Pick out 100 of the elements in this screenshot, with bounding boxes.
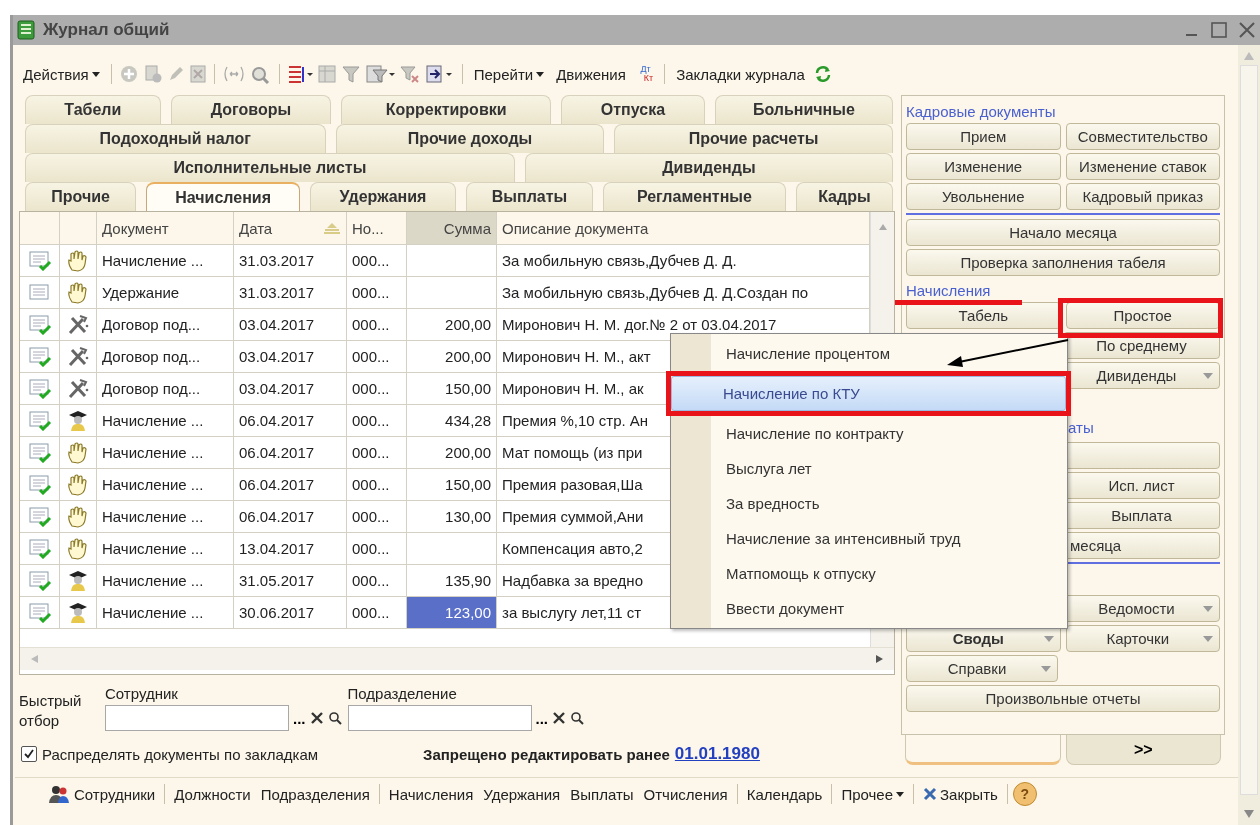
select-button[interactable]: ...: [293, 709, 306, 727]
tab[interactable]: Подоходный налог: [25, 124, 326, 153]
hand-icon: [66, 473, 90, 496]
table-cell: 30.06.2017: [234, 597, 347, 628]
hand-icon: [66, 441, 90, 464]
tab[interactable]: Кадры: [795, 182, 893, 211]
table-cell: 000...: [347, 341, 407, 372]
scroll-up-icon[interactable]: [1243, 51, 1255, 61]
debit-credit-button[interactable]: Дт Кт: [633, 65, 658, 83]
filter-list-icon[interactable]: [364, 64, 395, 84]
tab[interactable]: Отпуска: [561, 95, 705, 124]
clear-filter-icon[interactable]: [398, 64, 421, 84]
panel-button[interactable]: Справки: [906, 655, 1058, 682]
journal-bookmarks-button[interactable]: Закладки журнала: [672, 63, 809, 85]
search-icon[interactable]: [570, 711, 585, 725]
clear-icon[interactable]: [552, 711, 567, 725]
panel-button[interactable]: Начало месяца: [906, 219, 1220, 246]
menu-item[interactable]: Начисление по КТУ: [671, 376, 1066, 411]
dropdown-icon: [1203, 635, 1213, 642]
bottom-bar-button[interactable]: Календарь: [742, 783, 827, 805]
search-icon[interactable]: [327, 711, 342, 725]
bottom-bar-button[interactable]: Выплаты: [566, 783, 638, 805]
tab[interactable]: Прочие доходы: [335, 124, 605, 153]
input-field[interactable]: [105, 705, 289, 731]
panel-button[interactable]: Совместительство: [1065, 123, 1220, 150]
bottom-bar-button[interactable]: Удержания: [479, 783, 565, 805]
tab[interactable]: Прочие расчеты: [614, 124, 893, 153]
tab[interactable]: Больничные: [714, 95, 893, 124]
checkbox-label[interactable]: Распределять документы по закладкам: [42, 745, 319, 763]
table-cell: Договор под...: [97, 309, 234, 340]
scrollbar[interactable]: [20, 647, 894, 670]
goto-menu[interactable]: Перейти: [469, 63, 549, 85]
tab[interactable]: Дивиденды: [524, 153, 893, 182]
scroll-thumb[interactable]: [1240, 65, 1258, 795]
table-cell: Начисление ...: [97, 437, 234, 468]
tab[interactable]: Выплаты: [466, 182, 594, 211]
scroll-left-icon[interactable]: [30, 654, 40, 664]
table-cell: 000...: [347, 373, 407, 404]
panel-button[interactable]: Произвольные отчеты: [906, 685, 1220, 712]
bottom-bar-button[interactable]: Должности: [170, 783, 255, 805]
scrollbar[interactable]: [1238, 45, 1260, 825]
table-cell: 06.04.2017: [234, 437, 347, 468]
table-cell: 03.04.2017: [234, 341, 347, 372]
panel-button[interactable]: Проверка заполнения табеля: [906, 249, 1220, 276]
tools-icon: [66, 313, 90, 336]
bottom-bar-button[interactable]: Закрыть: [919, 783, 1002, 805]
tab[interactable]: Начисления: [146, 182, 301, 211]
table-cell: Начисление ...: [97, 469, 234, 500]
export-icon[interactable]: [424, 64, 455, 84]
lock-date-link[interactable]: 01.01.1980: [674, 744, 760, 764]
bottom-bar-button[interactable]: Отчисления: [639, 783, 732, 805]
scroll-right-icon[interactable]: [874, 654, 884, 664]
filter-icon[interactable]: [340, 64, 361, 84]
tab[interactable]: Удержания: [310, 182, 456, 211]
tab[interactable]: Исполнительные листы: [25, 153, 515, 182]
input-field[interactable]: [347, 705, 532, 731]
tab[interactable]: Регламентные: [603, 182, 786, 211]
table-cell: 200,00: [407, 437, 497, 468]
table-cell: 150,00: [407, 373, 497, 404]
panel-tab[interactable]: >>: [1065, 735, 1221, 765]
tab[interactable]: Договоры: [170, 95, 332, 124]
panel-button[interactable]: Прием: [906, 123, 1061, 150]
actions-menu[interactable]: Действия: [19, 63, 104, 85]
column-header[interactable]: Сумма: [407, 212, 497, 244]
close-icon[interactable]: [1238, 21, 1256, 39]
panel-button[interactable]: Изменение: [906, 153, 1061, 180]
panel-button[interactable]: Увольнение: [906, 183, 1061, 210]
panel-button[interactable]: Карточки: [1065, 625, 1220, 652]
bottom-bar-button[interactable]: Сотрудники: [43, 782, 160, 806]
brackets-icon[interactable]: [221, 65, 246, 83]
clear-icon[interactable]: [309, 711, 324, 725]
table-cell: Договор под...: [97, 373, 234, 404]
table-cell: Договор под...: [97, 341, 234, 372]
tab[interactable]: Корректировки: [341, 95, 552, 124]
bottom-bar-button[interactable]: Прочее: [837, 783, 909, 805]
tab[interactable]: Табели: [25, 95, 161, 124]
column-header[interactable]: Дата: [234, 212, 347, 244]
bottom-bar-button[interactable]: Подразделения: [256, 783, 374, 805]
table-cell: 150,00: [407, 469, 497, 500]
panel-button[interactable]: Изменение ставок: [1065, 153, 1220, 180]
movements-button[interactable]: Движения: [552, 63, 630, 85]
checkbox[interactable]: [21, 746, 37, 762]
panel-button[interactable]: Простое: [1065, 302, 1220, 329]
table-icon[interactable]: [316, 64, 337, 84]
tab[interactable]: Прочие: [25, 182, 137, 211]
delete-icon[interactable]: [188, 64, 207, 84]
panel-button[interactable]: Кадровый приказ: [1065, 183, 1220, 210]
panel-tab[interactable]: [905, 735, 1061, 765]
copy-icon[interactable]: [142, 64, 163, 84]
table-cell: 434,28: [407, 405, 497, 436]
column-header[interactable]: Документ: [97, 212, 234, 244]
bottom-bar-button[interactable]: Начисления: [384, 783, 478, 805]
select-button[interactable]: ...: [535, 709, 549, 727]
table-cell: 03.04.2017: [234, 309, 347, 340]
table-cell: 000...: [347, 501, 407, 532]
add-icon[interactable]: [118, 64, 139, 84]
maximize-icon[interactable]: [1210, 21, 1228, 39]
list-icon[interactable]: [286, 64, 313, 84]
help-button[interactable]: ?: [1012, 782, 1037, 806]
scroll-down-icon[interactable]: [1243, 809, 1255, 819]
